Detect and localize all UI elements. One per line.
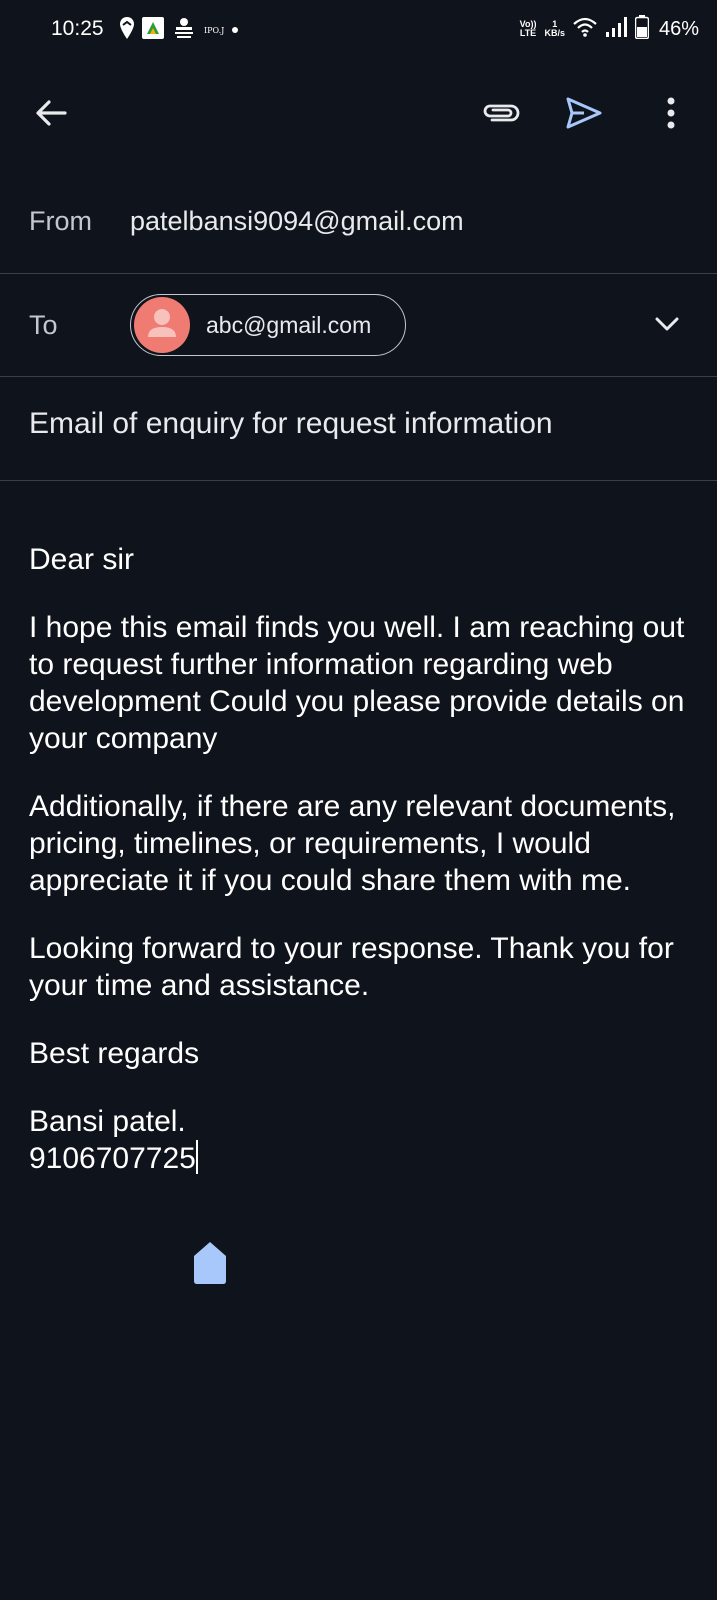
signal-icon [605,16,627,42]
expand-recipients-button[interactable] [643,308,691,344]
divider [0,480,717,481]
chevron-down-icon [655,317,679,336]
from-row[interactable]: From patelbansi9094@gmail.com [0,190,717,274]
send-button[interactable] [556,80,612,150]
body-paragraph: Additionally, if there are any relevant … [29,790,676,897]
send-icon [565,96,603,135]
more-options-button[interactable] [643,80,699,150]
location-pin-icon [120,16,134,44]
back-button[interactable] [23,80,79,150]
subject-field[interactable]: Email of enquiry for request information [29,407,553,441]
text-cursor [195,1140,198,1174]
volte-indicator: Vo)) LTE [519,19,537,38]
battery-icon [634,14,650,44]
email-body-editor[interactable]: Dear sir I hope this email finds you wel… [29,541,699,1177]
cursor-handle[interactable] [193,1241,227,1290]
paperclip-icon [480,101,520,130]
body-paragraph: Looking forward to your response. Thank … [29,932,674,1002]
more-notifications-dot-icon [232,27,239,33]
status-bar: 10:25 IPO.J Vo)) LTE 1 KB/s 46% [0,0,717,60]
battery-percentage: 46% [658,17,699,40]
cursor-handle-icon [193,1242,227,1289]
recipient-email: abc@gmail.com [206,311,372,338]
body-paragraph: Dear sir [29,543,135,576]
to-label: To [29,310,58,340]
notification-icons: IPO.J [120,16,239,45]
arrow-left-icon [35,99,67,132]
wifi-icon [573,17,597,42]
network-speed: 1 KB/s [544,19,565,38]
government-app-icon [172,16,196,45]
compose-toolbar [0,80,717,150]
person-icon [134,297,190,353]
signature-phone-line: 9106707725 [29,1140,699,1177]
avatar [134,297,190,353]
from-account-value[interactable]: patelbansi9094@gmail.com [130,206,464,237]
attach-button[interactable] [472,80,528,150]
ipo-notification: IPO.J [204,25,225,35]
status-indicators: Vo)) LTE 1 KB/s 46% [520,14,699,44]
more-vertical-icon [667,97,675,134]
body-paragraph: Best regards [29,1037,200,1070]
app-notification-icon [142,16,164,44]
status-time: 10:25 [51,17,104,40]
divider [0,376,717,377]
signature-phone: 9106707725 [29,1142,196,1175]
from-label: From [29,206,92,236]
body-paragraph: I hope this email finds you well. I am r… [29,611,685,755]
signature-name: Bansi patel. [29,1105,186,1138]
recipient-chip[interactable]: abc@gmail.com [130,294,406,356]
